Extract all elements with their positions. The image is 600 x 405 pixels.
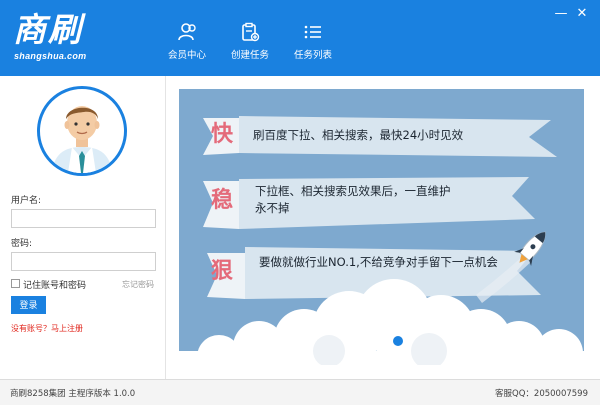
- header-bar: 商刷 shangshua.com 会员中心 创建任务 任务列表 — ✕: [0, 0, 600, 76]
- password-input[interactable]: [11, 252, 156, 271]
- promo-banner: 快 刷百度下拉、相关搜索，最快24小时见效 稳 下拉框、相关搜索见效果后，一直维…: [179, 89, 584, 365]
- avatar: [37, 86, 127, 176]
- minimize-button[interactable]: —: [554, 7, 568, 21]
- close-button[interactable]: ✕: [575, 7, 589, 21]
- banner-slogan-aggressive: 要做就做行业NO.1,不给竞争对手留下一点机会: [259, 255, 498, 269]
- nav-member-center[interactable]: 会员中心: [155, 22, 219, 68]
- username-label: 用户名:: [11, 196, 42, 206]
- logo-text: 商刷: [13, 10, 83, 49]
- login-button[interactable]: 登录: [11, 296, 46, 314]
- register-link[interactable]: 没有账号？马上注册: [11, 323, 83, 334]
- banner-slogan-fast: 刷百度下拉、相关搜索，最快24小时见效: [253, 128, 464, 142]
- nav-create-task[interactable]: 创建任务: [218, 22, 282, 68]
- password-label: 密码:: [11, 239, 33, 249]
- support-qq: 客服QQ：2050007599: [495, 389, 588, 399]
- nav-member-label: 会员中心: [167, 50, 206, 61]
- banner-key-fast: 快: [211, 122, 234, 147]
- nav-task-list[interactable]: 任务列表: [281, 22, 345, 68]
- create-task-icon: [242, 22, 260, 42]
- avatar-person-icon: [52, 106, 112, 173]
- banner-key-stable: 稳: [211, 188, 234, 213]
- nav-create-label: 创建任务: [230, 50, 269, 61]
- nav-tasks-label: 任务列表: [293, 50, 332, 61]
- banner-slogan-stable: 下拉框、相关搜索见效果后，一直维护永不掉: [255, 184, 451, 215]
- app-window: 商刷 shangshua.com 会员中心 创建任务 任务列表 — ✕ 用户名:…: [0, 0, 600, 405]
- username-input[interactable]: [11, 209, 156, 228]
- status-bar: 商刷8258集团 主程序版本 1.0.0 客服QQ：2050007599: [0, 379, 600, 405]
- remember-label: 记住账号和密码: [23, 281, 87, 291]
- forgot-password-link[interactable]: 忘记密码: [122, 279, 154, 290]
- login-panel: 用户名: 密码: 记住账号和密码 忘记密码 登录 没有账号？马上注册: [0, 76, 166, 379]
- app-logo: 商刷 shangshua.com: [13, 10, 103, 70]
- task-list-icon: [304, 25, 321, 39]
- carousel-dot[interactable]: [393, 336, 403, 346]
- version-info: 商刷8258集团 主程序版本 1.0.0: [10, 389, 136, 399]
- checkbox-icon[interactable]: [11, 279, 20, 288]
- banner-key-aggressive: 狠: [211, 259, 234, 284]
- user-icon: [178, 23, 196, 41]
- logo-url: shangshua.com: [14, 51, 87, 61]
